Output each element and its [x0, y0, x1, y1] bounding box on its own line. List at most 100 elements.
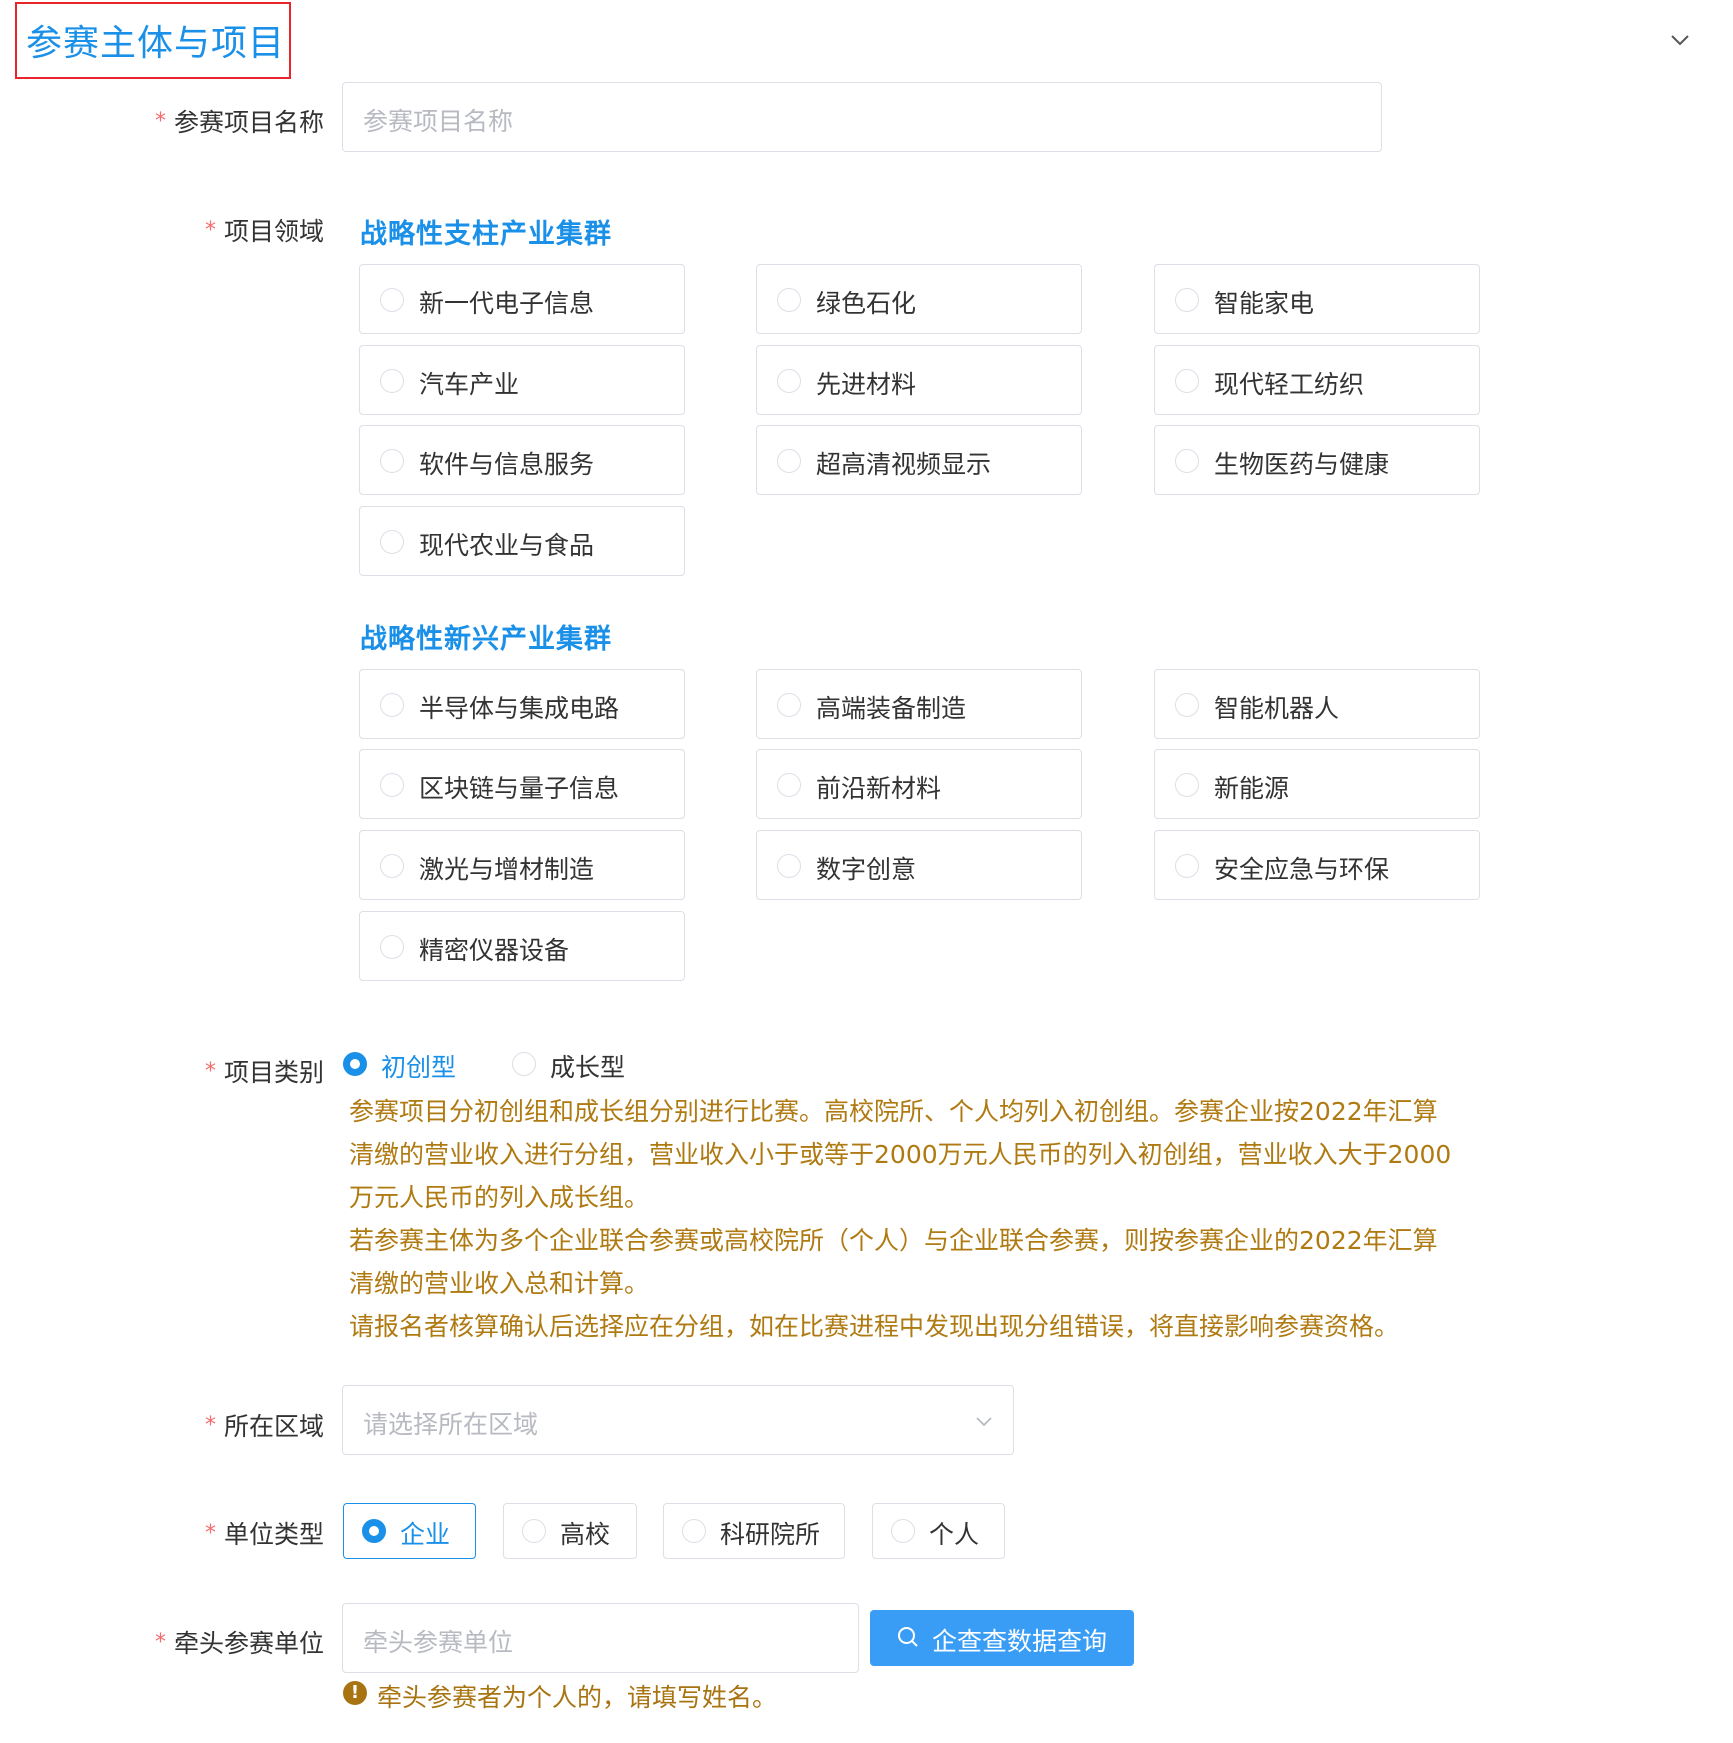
- domain-option-label: 区块链与量子信息: [419, 774, 620, 803]
- domain-option[interactable]: 智能家电: [1154, 264, 1480, 334]
- radio-circle-icon: [380, 935, 404, 959]
- project-type-label-text: 项目类别: [223, 1058, 324, 1087]
- exclamation-icon: !: [343, 1681, 367, 1705]
- project-domain-label-text: 项目领域: [223, 217, 324, 246]
- company-query-button[interactable]: 企查查数据查询: [870, 1610, 1134, 1666]
- note-line: 清缴的营业收入进行分组，营业收入小于或等于2000万元人民币的列入初创组，营业收…: [349, 1140, 1452, 1169]
- unit-type-option-institute[interactable]: 科研院所: [663, 1503, 845, 1559]
- domain-option-label: 激光与增材制造: [419, 855, 595, 884]
- domain-option-label: 现代农业与食品: [419, 531, 595, 560]
- domain-option-label: 高端装备制造: [816, 694, 967, 723]
- domain-option-label: 汽车产业: [419, 370, 520, 399]
- unit-type-option-label: 科研院所: [720, 1520, 821, 1549]
- domain-option[interactable]: 数字创意: [756, 830, 1082, 900]
- unit-type-option-label: 企业: [400, 1520, 451, 1549]
- region-select[interactable]: 请选择所在区域: [342, 1385, 1014, 1455]
- domain-option[interactable]: 新一代电子信息: [359, 264, 685, 334]
- company-query-button-label: 企查查数据查询: [932, 1627, 1108, 1656]
- domain-option[interactable]: 超高清视频显示: [756, 425, 1082, 495]
- domain-option-label: 生物医药与健康: [1214, 450, 1390, 479]
- unit-type-option-university[interactable]: 高校: [503, 1503, 637, 1559]
- radio-circle-icon: [777, 288, 801, 312]
- radio-circle-icon: [380, 288, 404, 312]
- radio-circle-icon: [777, 369, 801, 393]
- search-icon: [898, 1627, 918, 1647]
- domain-option[interactable]: 激光与增材制造: [359, 830, 685, 900]
- project-name-label: * 参赛项目名称: [155, 103, 324, 139]
- domain-option-label: 现代轻工纺织: [1214, 370, 1365, 399]
- required-mark: *: [154, 1630, 166, 1655]
- lead-unit-input[interactable]: 牵头参赛单位: [342, 1603, 859, 1673]
- unit-type-label: * 单位类型: [205, 1515, 324, 1551]
- domain-option-label: 新一代电子信息: [419, 289, 595, 318]
- project-type-option-startup[interactable]: 初创型: [343, 1046, 473, 1082]
- domain-option[interactable]: 高端装备制造: [756, 669, 1082, 739]
- radio-circle-icon: [522, 1519, 546, 1543]
- radio-circle-icon: [1175, 288, 1199, 312]
- project-type-option-growth[interactable]: 成长型: [512, 1046, 642, 1082]
- domain-option[interactable]: 现代农业与食品: [359, 506, 685, 576]
- radio-circle-icon: [380, 693, 404, 717]
- radio-circle-icon: [682, 1519, 706, 1543]
- radio-circle-icon: [1175, 854, 1199, 878]
- domain-option[interactable]: 半导体与集成电路: [359, 669, 685, 739]
- note-line: 若参赛主体为多个企业联合参赛或高校院所（个人）与企业联合参赛，则按参赛企业的20…: [349, 1226, 1438, 1255]
- lead-unit-label: * 牵头参赛单位: [155, 1624, 324, 1660]
- project-domain-label: * 项目领域: [205, 212, 324, 248]
- unit-type-option-enterprise[interactable]: 企业: [343, 1503, 476, 1559]
- domain-option[interactable]: 软件与信息服务: [359, 425, 685, 495]
- domain-option[interactable]: 智能机器人: [1154, 669, 1480, 739]
- project-type-option-label: 成长型: [550, 1053, 626, 1082]
- domain-option[interactable]: 生物医药与健康: [1154, 425, 1480, 495]
- unit-type-option-label: 个人: [929, 1520, 980, 1549]
- domain-option-label: 新能源: [1214, 774, 1290, 803]
- domain-option[interactable]: 现代轻工纺织: [1154, 345, 1480, 415]
- radio-circle-icon: [777, 449, 801, 473]
- domain-option-label: 先进材料: [816, 370, 917, 399]
- required-mark: *: [204, 1059, 216, 1084]
- region-label: * 所在区域: [205, 1407, 324, 1443]
- project-name-label-text: 参赛项目名称: [173, 108, 324, 137]
- domain-option[interactable]: 新能源: [1154, 749, 1480, 819]
- domain-option[interactable]: 先进材料: [756, 345, 1082, 415]
- radio-selected-icon: [362, 1519, 386, 1543]
- domain-option[interactable]: 前沿新材料: [756, 749, 1082, 819]
- required-mark: *: [204, 1521, 216, 1546]
- group-title-pillar: 战略性支柱产业集群: [360, 219, 612, 250]
- radio-circle-icon: [512, 1052, 536, 1076]
- region-placeholder: 请选择所在区域: [363, 1410, 539, 1439]
- unit-type-option-individual[interactable]: 个人: [872, 1503, 1005, 1559]
- project-name-input[interactable]: 参赛项目名称: [342, 82, 1382, 152]
- section-title: 参赛主体与项目: [26, 23, 286, 64]
- note-line: 参赛项目分初创组和成长组分别进行比赛。高校院所、个人均列入初创组。参赛企业按20…: [349, 1097, 1438, 1126]
- required-mark: *: [204, 1413, 216, 1438]
- radio-circle-icon: [891, 1519, 915, 1543]
- domain-option-label: 半导体与集成电路: [419, 694, 620, 723]
- radio-selected-icon: [343, 1052, 367, 1076]
- project-type-note: 参赛项目分初创组和成长组分别进行比赛。高校院所、个人均列入初创组。参赛企业按20…: [349, 1090, 1452, 1348]
- chevron-down-icon: [976, 1417, 992, 1427]
- domain-option-label: 超高清视频显示: [816, 450, 992, 479]
- domain-option[interactable]: 精密仪器设备: [359, 911, 685, 981]
- radio-circle-icon: [777, 773, 801, 797]
- project-name-placeholder: 参赛项目名称: [363, 107, 514, 136]
- domain-option[interactable]: 区块链与量子信息: [359, 749, 685, 819]
- unit-type-option-label: 高校: [560, 1520, 611, 1549]
- domain-option-label: 智能家电: [1214, 289, 1315, 318]
- project-type-label: * 项目类别: [205, 1053, 324, 1089]
- domain-option[interactable]: 安全应急与环保: [1154, 830, 1480, 900]
- radio-circle-icon: [1175, 773, 1199, 797]
- note-line: 请报名者核算确认后选择应在分组，如在比赛进程中发现出现分组错误，将直接影响参赛资…: [349, 1312, 1400, 1341]
- radio-circle-icon: [380, 773, 404, 797]
- domain-option-label: 智能机器人: [1214, 694, 1340, 723]
- chevron-down-icon[interactable]: [1668, 28, 1692, 52]
- radio-circle-icon: [380, 854, 404, 878]
- radio-circle-icon: [380, 449, 404, 473]
- domain-option[interactable]: 汽车产业: [359, 345, 685, 415]
- radio-circle-icon: [380, 369, 404, 393]
- required-mark: *: [204, 218, 216, 243]
- note-line: 万元人民币的列入成长组。: [349, 1183, 650, 1212]
- radio-circle-icon: [1175, 693, 1199, 717]
- domain-option[interactable]: 绿色石化: [756, 264, 1082, 334]
- project-type-option-label: 初创型: [381, 1053, 457, 1082]
